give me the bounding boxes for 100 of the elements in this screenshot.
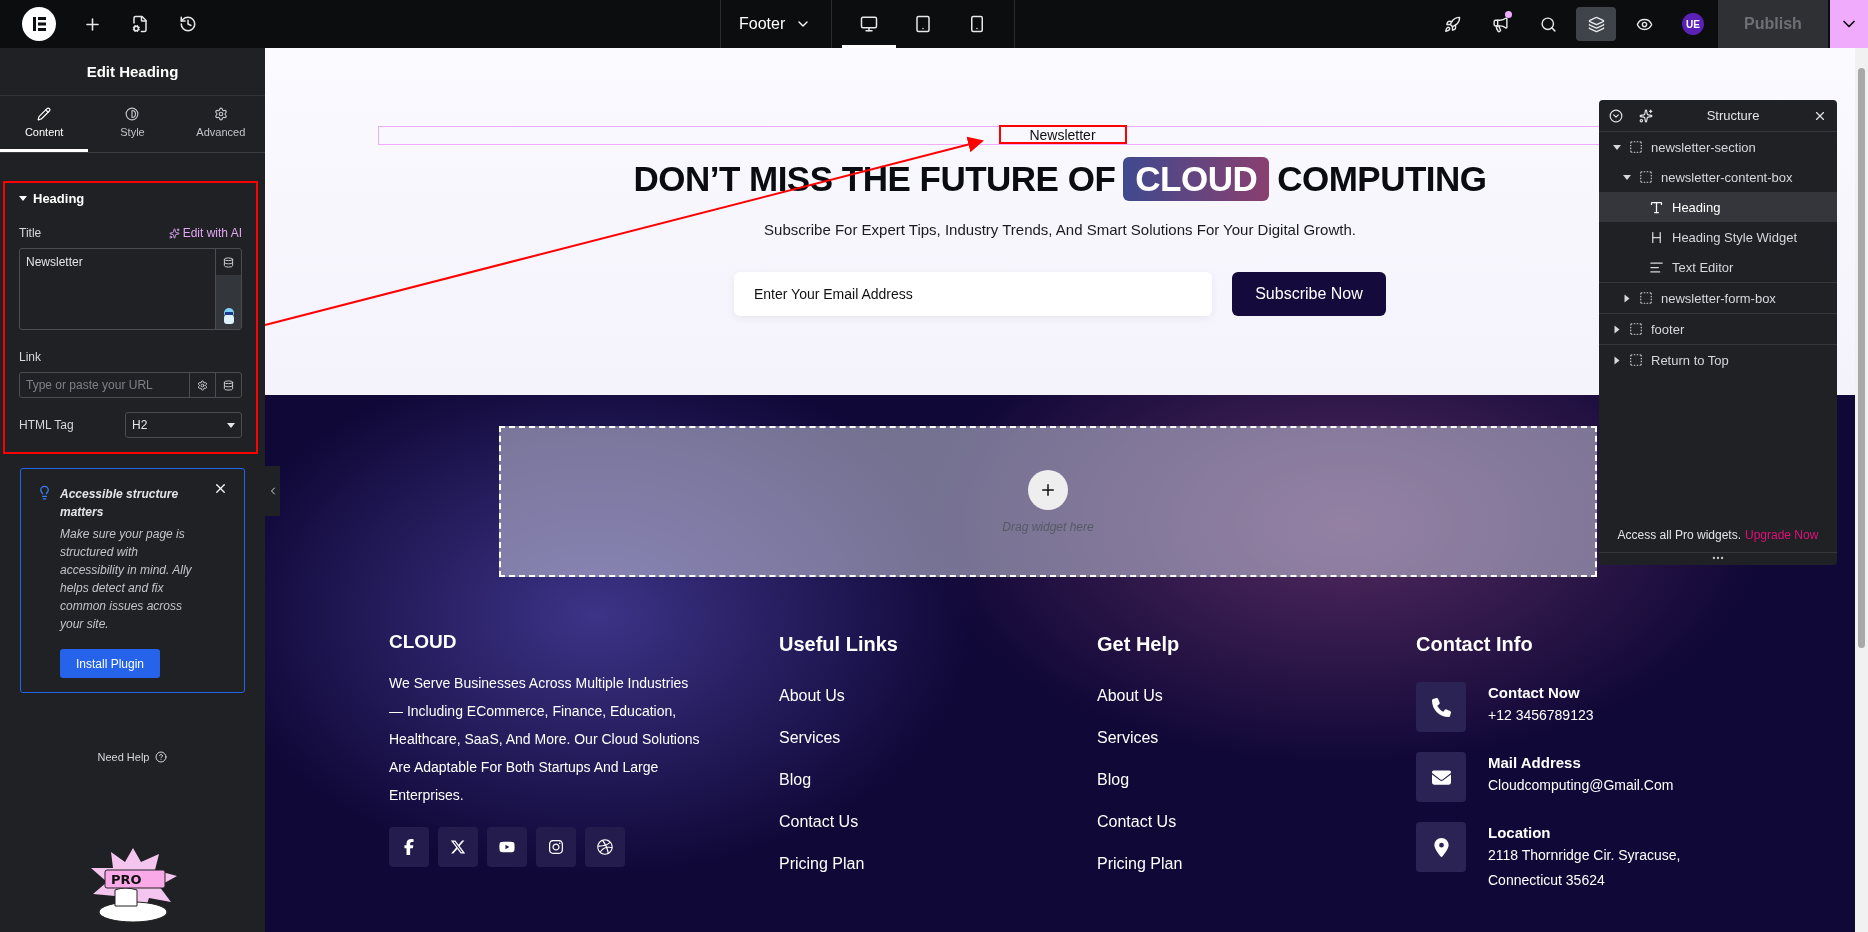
contact-title: Location [1488, 824, 1552, 841]
rocket-icon [1443, 15, 1461, 33]
html-tag-select[interactable]: H2 [125, 412, 242, 438]
structure-item[interactable]: newsletter-section [1599, 132, 1837, 162]
heading-icon [1649, 199, 1664, 215]
subtitle: Subscribe For Expert Tips, Industry Trends, And Smart Solutions For Your Digital Growth. [764, 221, 1356, 238]
logo-icon[interactable] [22, 7, 56, 41]
newsletter-heading[interactable]: Newsletter [998, 125, 1127, 144]
subscribe-button[interactable]: Subscribe Now [1232, 272, 1386, 316]
container-icon [1639, 291, 1653, 305]
megaphone-icon [1491, 15, 1509, 33]
add-widget-button[interactable] [1028, 469, 1068, 510]
notice-title: Accessible structure matters [60, 486, 180, 521]
about-text: We Serve Businesses Across Multiple Industries — Including ECommerce, Finance, Education, Healthcare, SaaS, And More. Our Cloud Solutions Are Adaptable For Both Startups And Large Enterprises. [389, 674, 701, 805]
envelope-icon [1431, 767, 1451, 787]
layers-icon [1587, 15, 1605, 33]
close-icon [213, 481, 228, 496]
structure-item[interactable]: newsletter-form-box [1599, 282, 1837, 313]
collapse-icon [1609, 108, 1623, 123]
contact-detail: Cloudcomputing@Gmail.Com [1488, 776, 1674, 795]
field-label: Title [19, 226, 42, 240]
social-link[interactable] [585, 827, 625, 867]
social-link[interactable] [536, 827, 576, 867]
container-icon [1629, 322, 1643, 336]
footer-link[interactable]: Contact Us [1097, 812, 1416, 832]
contact-title: Contact Now [1488, 684, 1581, 701]
contact-detail: Connecticut 35624 [1488, 871, 1606, 890]
structure-item[interactable]: Heading Style Widget [1599, 222, 1837, 252]
container-icon [1629, 353, 1643, 367]
panel-tab[interactable]: Content [0, 96, 89, 152]
sparkle-icon [1639, 108, 1653, 123]
footer-link[interactable]: Contact Us [779, 812, 1097, 832]
headline-text: DON’T MISS THE FUTURE OF [633, 159, 1116, 199]
youtube-icon [499, 839, 515, 855]
social-link[interactable] [438, 827, 478, 867]
lightbulb-icon [37, 485, 52, 500]
footer-link[interactable]: Blog [1097, 770, 1416, 790]
close-button[interactable] [213, 481, 228, 496]
caret-icon [1613, 144, 1621, 150]
structure-item[interactable]: Heading [1599, 192, 1837, 222]
notice-text: Make sure your page is structured with accessibility in mind. Ally helps detect and fix common issues across your site. [60, 526, 193, 633]
structure-item[interactable]: Return to Top [1599, 344, 1837, 375]
footer-link[interactable]: Blog [779, 770, 1097, 790]
container-icon [1639, 170, 1653, 184]
toolbar-button[interactable] [1576, 7, 1616, 41]
caret-icon [1614, 356, 1620, 364]
pencil-icon [37, 107, 52, 121]
footer-link[interactable]: Services [1097, 728, 1416, 748]
promo-text: Access all Pro widgets. [1617, 528, 1741, 542]
text-lines-icon [1649, 259, 1664, 275]
database-icon [223, 256, 234, 268]
footer-link[interactable]: About Us [779, 686, 1097, 706]
collapse-all-button[interactable] [1609, 108, 1623, 123]
column-title: Get Help [1097, 633, 1181, 656]
footer-link[interactable]: Pricing Plan [779, 854, 1097, 874]
install-plugin-button[interactable]: Install Plugin [60, 649, 160, 678]
search-icon [1539, 15, 1557, 33]
structure-item[interactable]: newsletter-content-box [1599, 162, 1837, 192]
email-field[interactable]: Enter Your Email Address [734, 272, 1212, 316]
settings-icon [213, 107, 228, 121]
ai-button[interactable] [1639, 108, 1653, 123]
facebook-icon [401, 839, 417, 855]
dribbble-icon [597, 839, 613, 855]
database-icon [223, 379, 234, 391]
footer-link[interactable]: Pricing Plan [1097, 854, 1416, 874]
link-field[interactable]: Type or paste your URL [19, 372, 242, 398]
location-pin-icon [1431, 837, 1451, 857]
structure-item[interactable]: footer [1599, 313, 1837, 344]
contact-detail: +12 3456789123 [1488, 706, 1594, 725]
social-link[interactable] [389, 827, 429, 867]
structure-title: Structure [1705, 108, 1761, 123]
link-input[interactable]: Type or paste your URL [20, 373, 189, 397]
settings-icon [197, 379, 208, 391]
scrollbar[interactable] [1855, 48, 1868, 932]
help-icon [155, 751, 168, 763]
scrollbar-thumb[interactable] [1858, 68, 1865, 648]
caret-icon [1614, 325, 1620, 333]
panel-tab[interactable]: Advanced [176, 96, 265, 152]
need-help-link[interactable]: Need Help [97, 751, 168, 763]
field-label: HTML Tag [19, 418, 74, 432]
column-title: Contact Info [1416, 633, 1534, 656]
tablet-icon [914, 15, 933, 33]
social-link[interactable] [487, 827, 527, 867]
sparkle-icon [168, 227, 180, 239]
desktop-icon [860, 15, 879, 33]
headline-text: COMPUTING [1277, 159, 1487, 199]
robot-icon[interactable] [221, 307, 236, 325]
footer-link[interactable]: Services [779, 728, 1097, 748]
contact-detail: 2118 Thornridge Cir. Syracuse, [1488, 846, 1681, 865]
caret-icon [1624, 294, 1630, 302]
edit-with-ai-link[interactable]: Edit with AI [168, 226, 242, 240]
contact-title: Mail Address [1488, 754, 1582, 771]
instagram-icon [548, 839, 564, 855]
page-settings-icon [131, 15, 149, 33]
panel-tab[interactable]: Style [88, 96, 177, 152]
user-avatar[interactable]: UE [1682, 13, 1704, 35]
upgrade-link[interactable]: Upgrade Now [1745, 528, 1819, 542]
structure-item[interactable]: Text Editor [1599, 252, 1837, 282]
footer-link[interactable]: About Us [1097, 686, 1416, 706]
section-toggle[interactable]: Heading [19, 191, 85, 206]
